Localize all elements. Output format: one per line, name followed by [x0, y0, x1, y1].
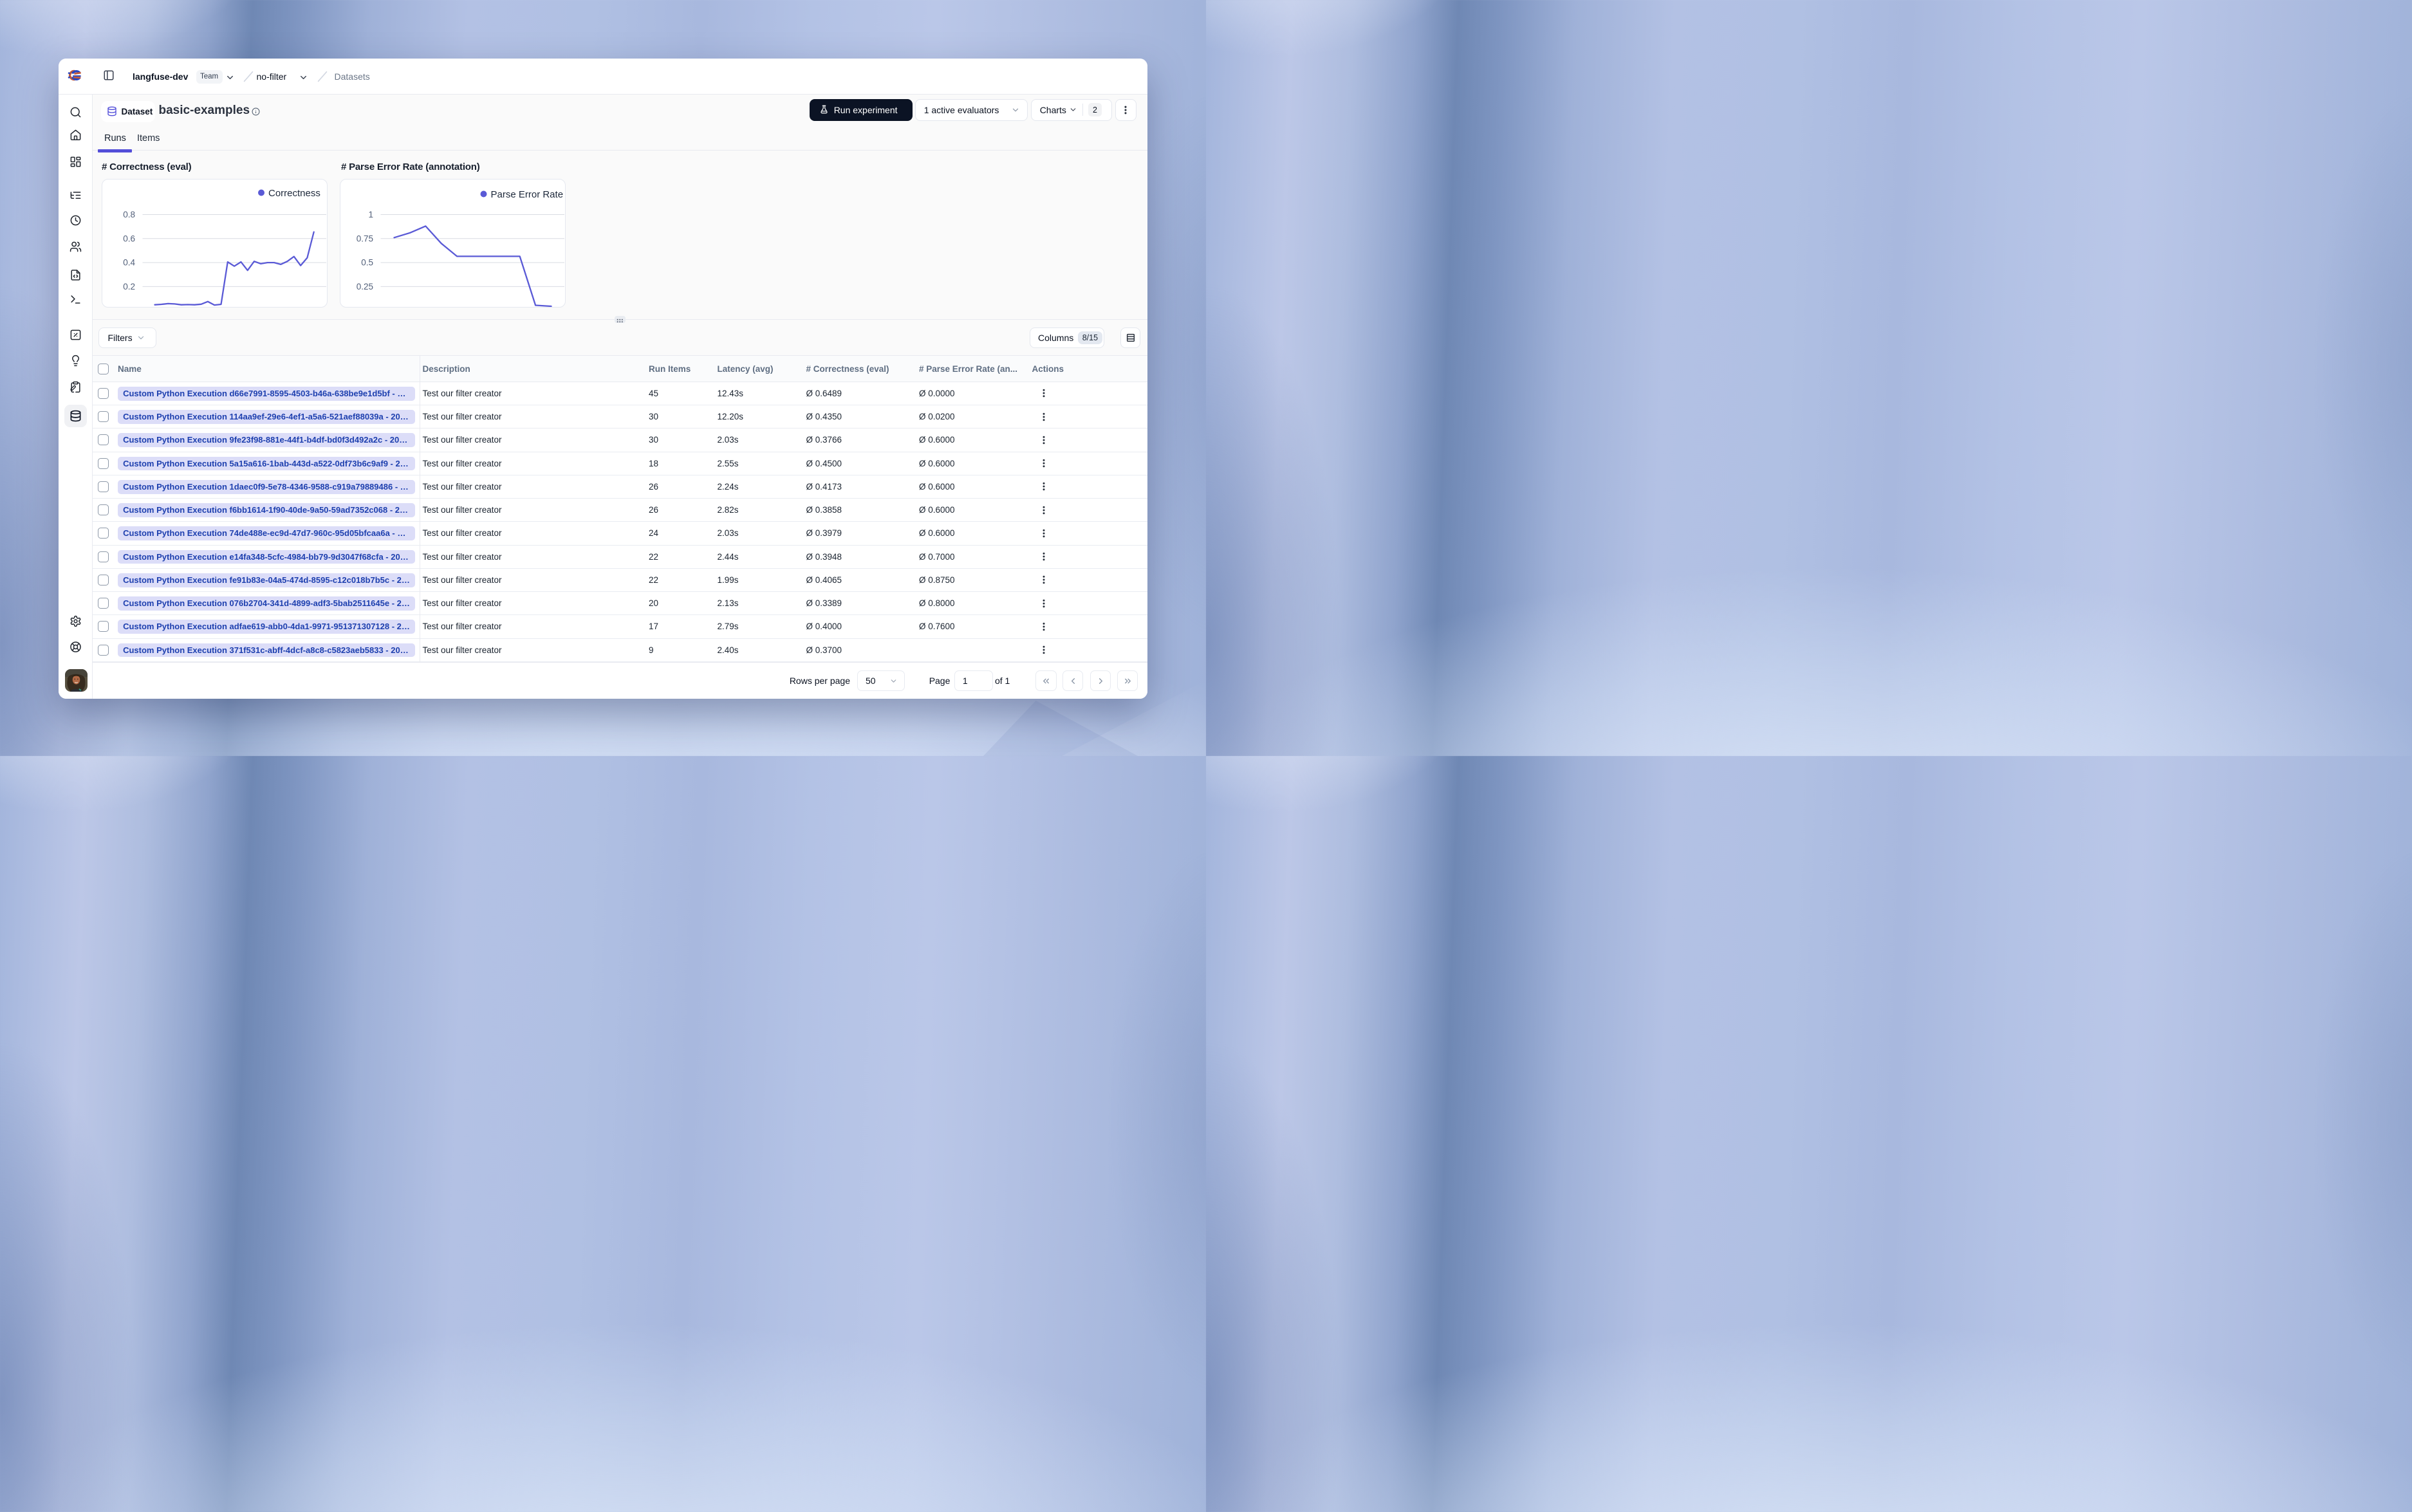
svg-text:0.2: 0.2 — [123, 281, 135, 291]
svg-text:Correctness: Correctness — [268, 188, 320, 199]
svg-text:0.4: 0.4 — [123, 257, 135, 267]
svg-text:1: 1 — [369, 210, 374, 219]
svg-text:0.5: 0.5 — [362, 257, 374, 267]
svg-text:0.6: 0.6 — [123, 234, 135, 243]
svg-text:0.25: 0.25 — [357, 281, 373, 291]
svg-text:0.75: 0.75 — [357, 234, 373, 243]
svg-text:0.8: 0.8 — [123, 210, 135, 219]
svg-text:Parse Error Rate: Parse Error Rate — [491, 189, 564, 200]
